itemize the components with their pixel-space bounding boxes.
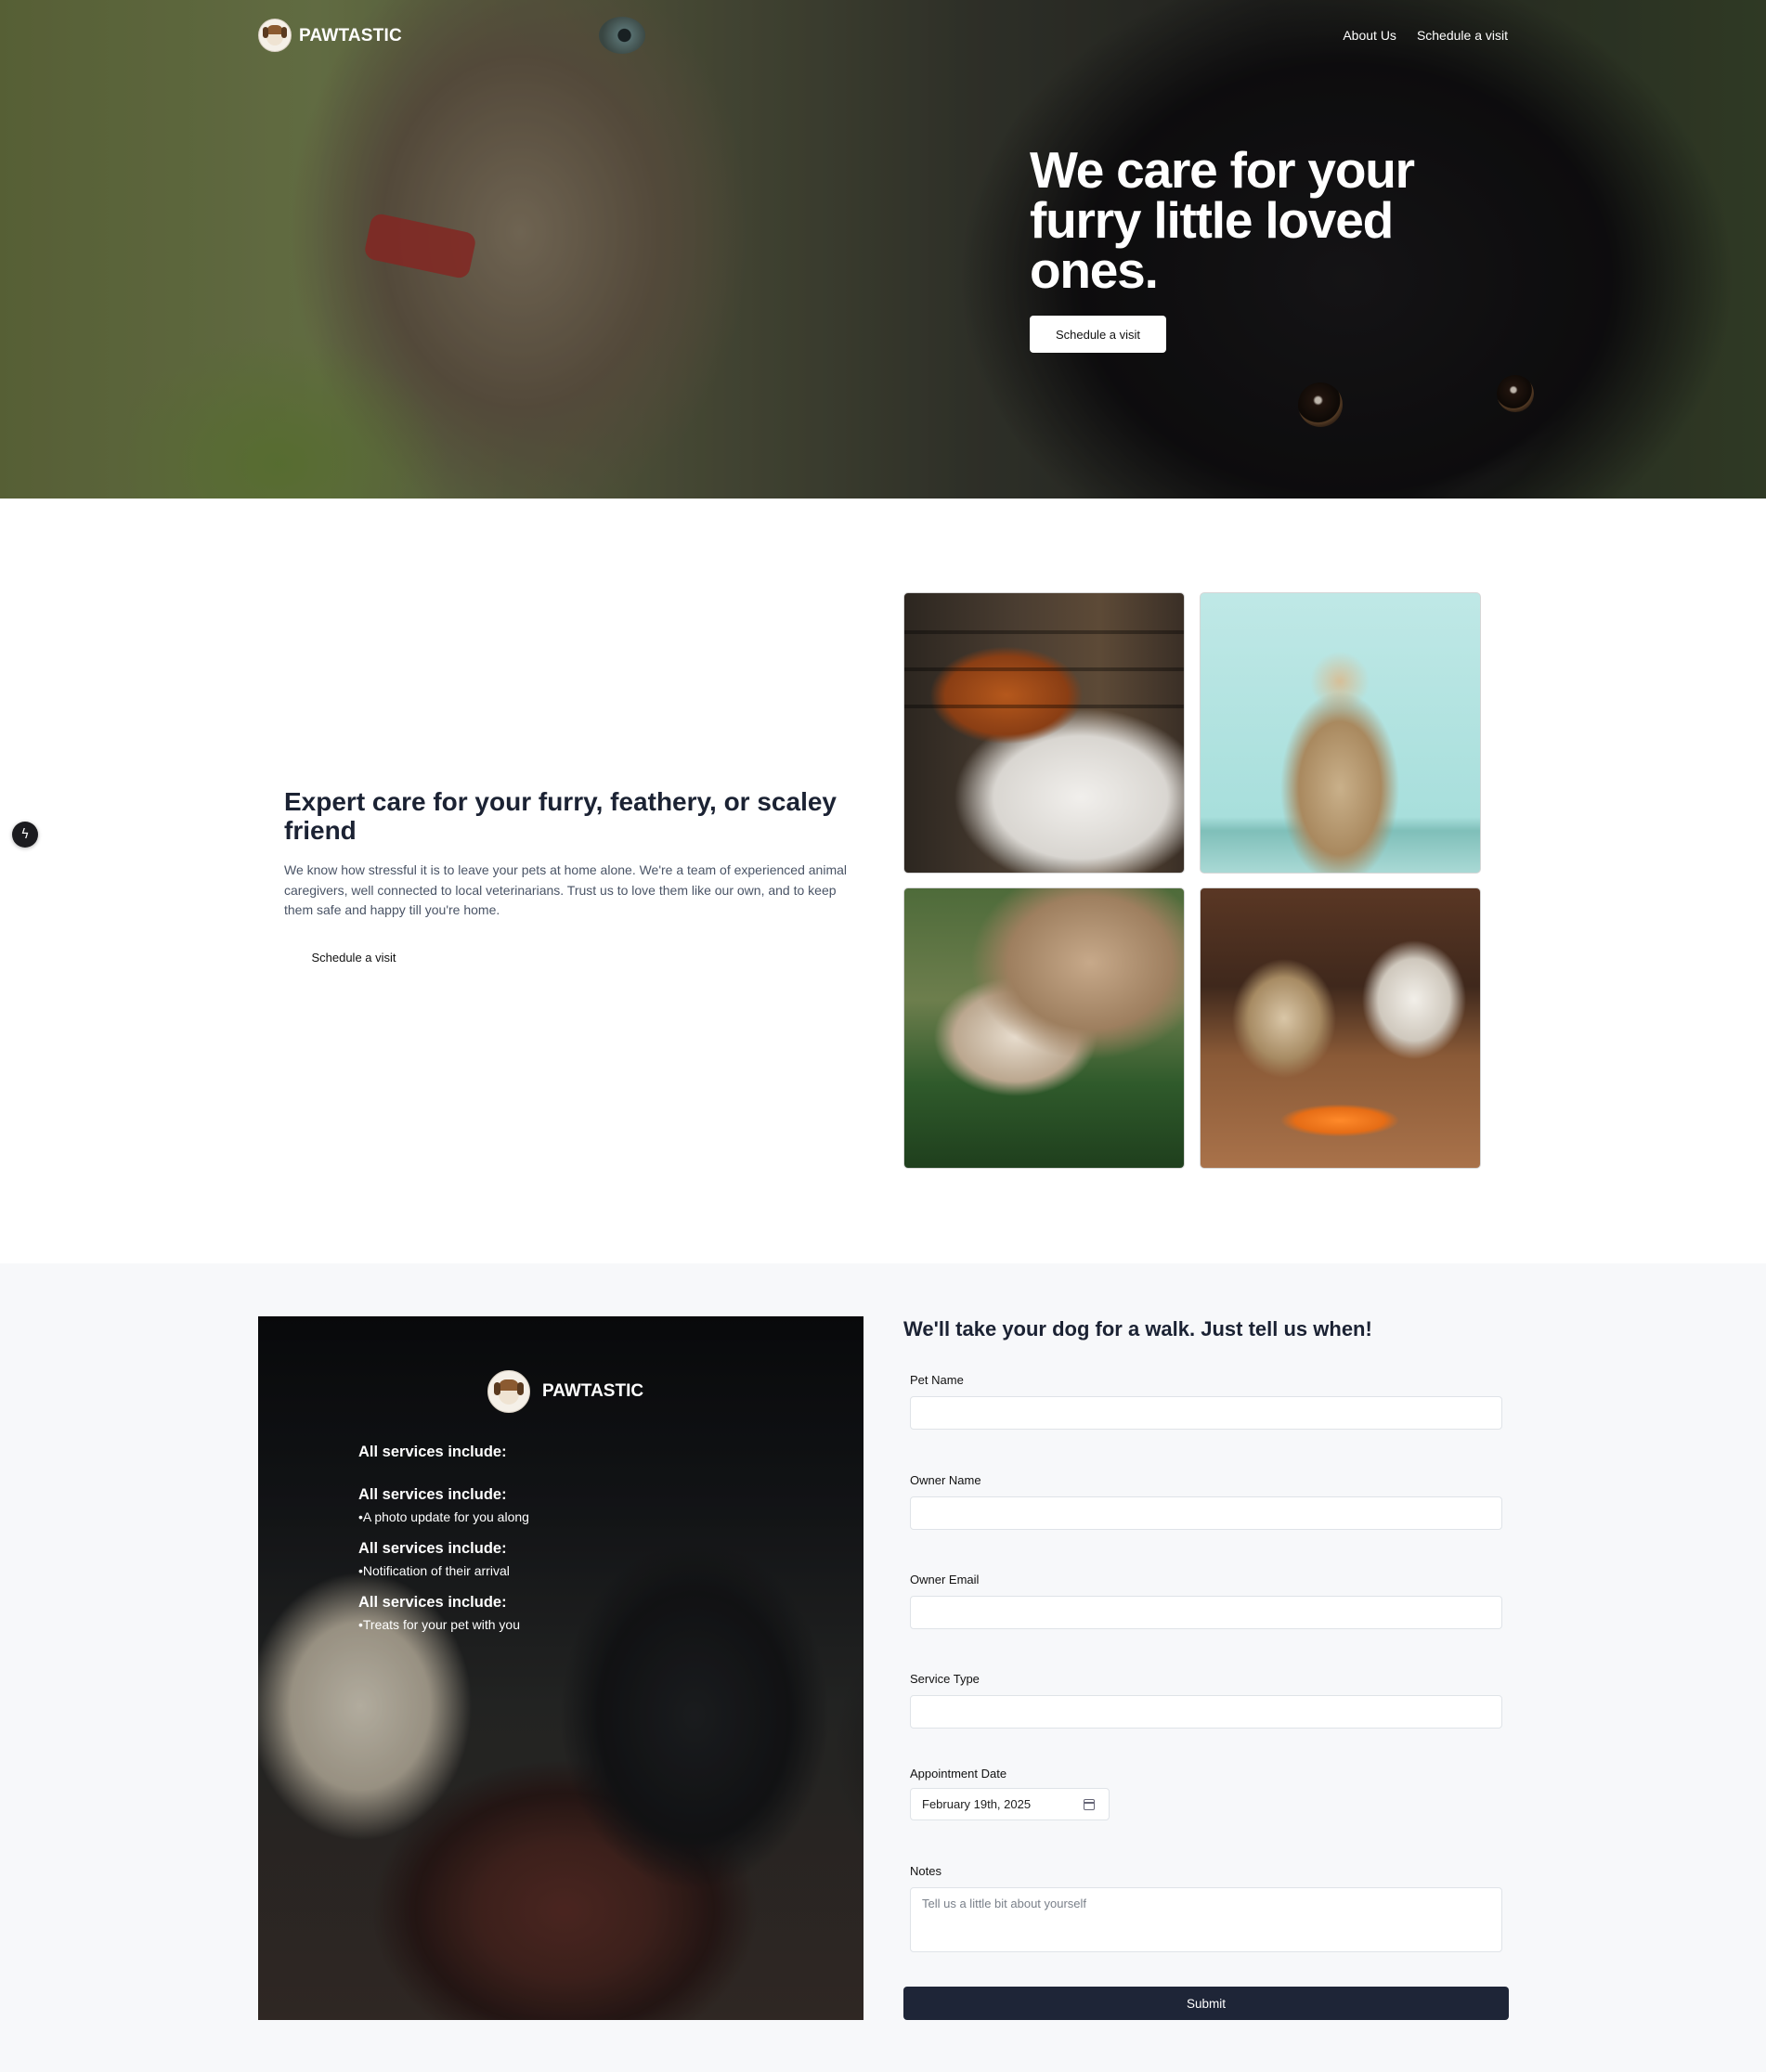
lightning-icon[interactable]: ϟ xyxy=(12,822,38,848)
service-item: •A photo update for you along xyxy=(358,1509,529,1524)
services-heading: All services include: xyxy=(358,1594,507,1611)
service-type-input[interactable] xyxy=(910,1695,1502,1729)
dog-logo-icon xyxy=(487,1370,530,1413)
services-heading: All services include: xyxy=(358,1540,507,1557)
pet-name-input[interactable] xyxy=(910,1396,1502,1430)
services-list: All services include: All services inclu… xyxy=(358,1441,730,1645)
photo-guinea-pigs xyxy=(1200,887,1481,1169)
notes-label: Notes xyxy=(910,1864,941,1878)
nav-link-about-us[interactable]: About Us xyxy=(1343,28,1396,43)
photo-cat-and-puppy xyxy=(903,887,1185,1169)
top-nav: PAWTASTIC About Us Schedule a visit xyxy=(258,19,1508,56)
notes-placeholder: Tell us a little bit about yourself xyxy=(922,1897,1087,1910)
form-title: We'll take your dog for a walk. Just tel… xyxy=(903,1317,1372,1340)
dog-logo-icon[interactable] xyxy=(258,19,292,52)
hero-schedule-button[interactable]: Schedule a visit xyxy=(1030,316,1166,353)
service-item: •Notification of their arrival xyxy=(358,1563,510,1578)
photo-dog-and-cat xyxy=(903,592,1185,874)
hero-section: PAWTASTIC About Us Schedule a visit We c… xyxy=(0,0,1766,499)
owner-email-label: Owner Email xyxy=(910,1573,980,1586)
notes-textarea[interactable]: Tell us a little bit about yourself xyxy=(910,1887,1502,1952)
appointment-date-picker[interactable]: February 19th, 2025 xyxy=(910,1788,1110,1820)
about-schedule-button[interactable]: Schedule a visit xyxy=(284,945,423,969)
brand-name[interactable]: PAWTASTIC xyxy=(299,26,402,46)
hero-overlay xyxy=(0,0,1766,499)
calendar-icon[interactable] xyxy=(1084,1799,1095,1810)
appointment-date-value: February 19th, 2025 xyxy=(922,1797,1032,1811)
owner-email-input[interactable] xyxy=(910,1596,1502,1629)
owner-name-input[interactable] xyxy=(910,1496,1502,1530)
about-title: Expert care for your furry, feathery, or… xyxy=(284,787,837,845)
services-heading: All services include: xyxy=(358,1486,507,1503)
hero-title: We care for your furry little loved ones… xyxy=(1030,141,1415,299)
photo-kitten xyxy=(1200,592,1481,874)
nav-links: About Us Schedule a visit xyxy=(1343,28,1508,43)
submit-button[interactable]: Submit xyxy=(903,1987,1509,2020)
owner-name-label: Owner Name xyxy=(910,1473,981,1487)
service-item: •Treats for your pet with you xyxy=(358,1617,521,1632)
services-promo-card: PAWTASTIC All services include: All serv… xyxy=(258,1316,864,2020)
nav-link-schedule-visit[interactable]: Schedule a visit xyxy=(1417,28,1508,43)
about-description: We know how stressful it is to leave you… xyxy=(284,862,848,917)
promo-overlay xyxy=(258,1316,864,2020)
pet-name-label: Pet Name xyxy=(910,1373,964,1387)
services-heading: All services include: xyxy=(358,1444,507,1460)
promo-brand-name: PAWTASTIC xyxy=(542,1381,644,1401)
service-type-label: Service Type xyxy=(910,1672,980,1686)
appointment-date-label: Appointment Date xyxy=(910,1767,1007,1781)
